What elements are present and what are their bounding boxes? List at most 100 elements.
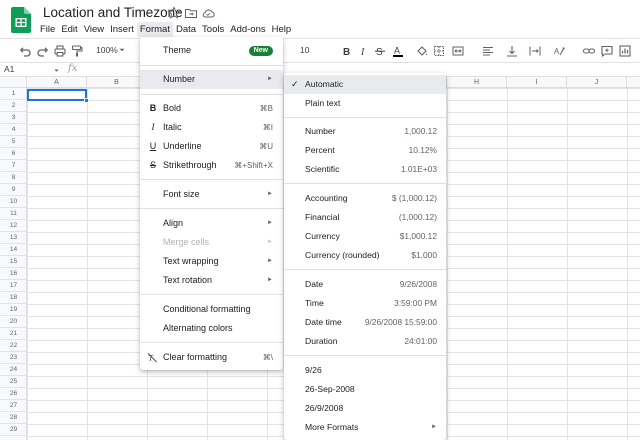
merge-cells-icon[interactable] [451,44,465,58]
row-header-14[interactable]: 14 [0,244,27,256]
zoom-dropdown-icon[interactable] [118,46,126,54]
row-header-15[interactable]: 15 [0,256,27,268]
text-wrap-icon[interactable] [528,44,542,58]
format-menu-strikethrough[interactable]: S Strikethrough ⌘+Shift+X [140,156,283,175]
row-header-9[interactable]: 9 [0,184,27,196]
row-header-6[interactable]: 6 [0,148,27,160]
insert-link-icon[interactable] [582,44,596,58]
row-header-17[interactable]: 17 [0,280,27,292]
number-format-custom-2[interactable]: 26-Sep-2008 [284,380,446,399]
number-format-accounting[interactable]: Accounting $ (1,000.12) [284,189,446,208]
number-format-time[interactable]: Time 3:59:00 PM [284,294,446,313]
text-rotation-icon[interactable]: A [552,44,566,58]
row-header-7[interactable]: 7 [0,160,27,172]
insert-comment-icon[interactable] [600,44,614,58]
paint-format-icon[interactable] [70,44,84,58]
row-header-5[interactable]: 5 [0,136,27,148]
format-menu-number[interactable]: Number ► [140,70,283,89]
sheets-logo-icon[interactable] [11,7,31,33]
row-header-23[interactable]: 23 [0,352,27,364]
row-header-21[interactable]: 21 [0,328,27,340]
menu-insert[interactable]: Insert [107,22,137,37]
row-header-28[interactable]: 28 [0,412,27,424]
format-menu-theme[interactable]: Theme New [140,41,283,60]
format-menu-merge-cells[interactable]: Merge cells ► [140,233,283,252]
vertical-align-icon[interactable] [505,44,519,58]
fill-color-icon[interactable] [415,44,429,58]
document-title[interactable]: Location and Timezone [43,5,183,20]
column-header-b[interactable]: B [87,77,147,88]
active-cell-a1[interactable] [27,89,87,101]
number-format-scientific[interactable]: Scientific 1.01E+03 [284,160,446,179]
menu-file[interactable]: File [37,22,58,37]
row-header-29[interactable]: 29 [0,424,27,436]
format-menu-bold[interactable]: B Bold ⌘B [140,99,283,118]
text-color-icon[interactable]: A [391,44,405,58]
format-menu-underline[interactable]: U Underline ⌘U [140,137,283,156]
menu-addons[interactable]: Add-ons [227,22,268,37]
horizontal-align-icon[interactable] [481,44,495,58]
number-format-more-formats[interactable]: More Formats ► [284,418,446,437]
format-menu-align[interactable]: Align ► [140,214,283,233]
number-format-currency[interactable]: Currency $1,000.12 [284,227,446,246]
number-format-automatic[interactable]: ✓ Automatic [284,75,446,94]
format-menu-clear-formatting[interactable]: T Clear formatting ⌘\ [140,348,283,367]
undo-icon[interactable] [18,44,32,58]
number-format-date-time[interactable]: Date time 9/26/2008 15:59:00 [284,313,446,332]
number-format-percent[interactable]: Percent 10.12% [284,141,446,160]
name-box-dropdown-icon[interactable] [53,67,60,74]
row-header-24[interactable]: 24 [0,364,27,376]
format-menu-conditional-formatting[interactable]: Conditional formatting [140,300,283,319]
zoom-select[interactable]: 100% [96,45,118,55]
row-header-11[interactable]: 11 [0,208,27,220]
row-header-25[interactable]: 25 [0,376,27,388]
format-menu-alternating-colors[interactable]: Alternating colors [140,319,283,338]
row-header-27[interactable]: 27 [0,400,27,412]
row-header-10[interactable]: 10 [0,196,27,208]
row-header-16[interactable]: 16 [0,268,27,280]
menu-help[interactable]: Help [269,22,295,37]
menu-format[interactable]: Format [136,22,173,37]
row-header-19[interactable]: 19 [0,304,27,316]
name-box[interactable]: A1 [4,64,14,74]
strikethrough-icon[interactable]: S [373,44,387,58]
star-icon[interactable] [167,6,181,20]
move-folder-icon[interactable] [184,6,198,20]
column-header-j[interactable]: J [567,77,627,88]
number-format-plain-text[interactable]: Plain text [284,94,446,113]
cloud-status-icon[interactable] [201,6,215,20]
format-menu-text-wrapping[interactable]: Text wrapping ► [140,252,283,271]
row-header-18[interactable]: 18 [0,292,27,304]
number-format-duration[interactable]: Duration 24:01:00 [284,332,446,351]
number-format-number[interactable]: Number 1,000.12 [284,122,446,141]
column-header-h[interactable]: H [447,77,507,88]
font-size-input[interactable]: 10 [300,45,309,55]
menu-tools[interactable]: Tools [199,22,227,37]
column-header-i[interactable]: I [507,77,567,88]
row-header-26[interactable]: 26 [0,388,27,400]
number-format-financial[interactable]: Financial (1,000.12) [284,208,446,227]
row-header-12[interactable]: 12 [0,220,27,232]
row-header-3[interactable]: 3 [0,112,27,124]
number-format-custom-3[interactable]: 26/9/2008 [284,399,446,418]
menu-view[interactable]: View [81,22,107,37]
format-menu-font-size[interactable]: Font size ► [140,185,283,204]
row-header-22[interactable]: 22 [0,340,27,352]
row-header-2[interactable]: 2 [0,100,27,112]
row-header-8[interactable]: 8 [0,172,27,184]
italic-icon[interactable]: I [357,44,371,58]
number-format-date[interactable]: Date 9/26/2008 [284,275,446,294]
insert-chart-icon[interactable] [618,44,632,58]
row-header-4[interactable]: 4 [0,124,27,136]
select-all-corner[interactable] [0,77,27,88]
menu-edit[interactable]: Edit [58,22,80,37]
row-header-13[interactable]: 13 [0,232,27,244]
row-header-1[interactable]: 1 [0,88,27,100]
redo-icon[interactable] [36,44,50,58]
fill-handle[interactable] [84,98,89,103]
format-menu-italic[interactable]: I Italic ⌘I [140,118,283,137]
print-icon[interactable] [53,44,67,58]
column-header-a[interactable]: A [27,77,87,88]
format-menu-text-rotation[interactable]: Text rotation ► [140,271,283,290]
menu-data[interactable]: Data [173,22,199,37]
